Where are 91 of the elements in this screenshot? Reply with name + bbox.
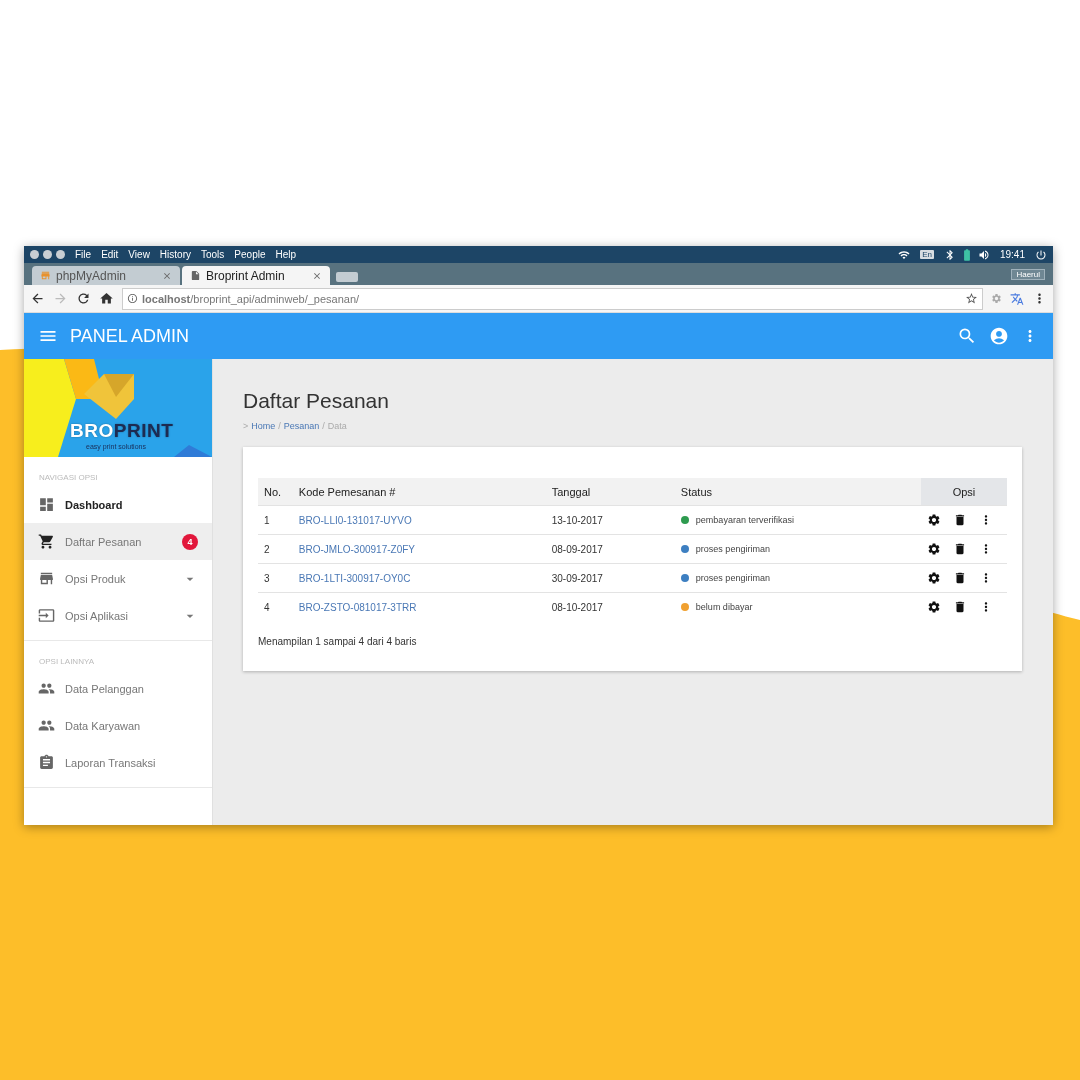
order-code-link[interactable]: BRO-1LTI-300917-OY0C	[298, 572, 411, 584]
volume-icon[interactable]	[977, 248, 990, 261]
table-summary: Menampilan 1 sampai 4 dari 4 baris	[258, 636, 418, 647]
menu-item[interactable]: Edit	[101, 249, 119, 260]
menu-item[interactable]: View	[128, 249, 150, 260]
count-badge: 4	[182, 533, 198, 550]
settings-icon[interactable]	[927, 542, 941, 556]
sidebar-label: Laporan Transaksi	[65, 756, 157, 769]
column-header: Kode Pemesanan #	[292, 478, 546, 506]
menu-item[interactable]: Help	[275, 249, 297, 260]
table-cell: 2	[258, 534, 293, 564]
sidebar-label: Daftar Pesanan	[65, 535, 143, 548]
home-icon[interactable]	[99, 291, 114, 306]
close-icon[interactable]	[162, 270, 172, 281]
settings-icon[interactable]	[927, 600, 941, 614]
address-field[interactable]: localhost/broprint_api/adminweb/_pesanan/	[122, 287, 983, 310]
info-icon[interactable]	[127, 293, 138, 304]
back-icon[interactable]	[30, 291, 45, 306]
sidebar-item[interactable]: Opsi Aplikasi	[24, 597, 212, 634]
menu-item[interactable]: File	[75, 249, 92, 260]
account-icon[interactable]	[989, 326, 1009, 346]
wifi-icon[interactable]	[898, 248, 911, 261]
reload-icon[interactable]	[76, 291, 91, 306]
browser-tab[interactable]: phpMyAdmin	[32, 266, 180, 285]
logo-wordmark: BROPRINT	[70, 421, 174, 440]
order-code-link[interactable]: BRO-ZSTO-081017-3TRR	[298, 601, 417, 613]
close-icon[interactable]	[312, 270, 322, 281]
sidebar-item[interactable]: Opsi Produk	[24, 560, 212, 597]
column-header: Opsi	[921, 478, 1007, 506]
browser-tab[interactable]: Broprint Admin	[182, 266, 330, 285]
status-label: proses pengiriman	[695, 573, 770, 583]
menu-item[interactable]: Tools	[201, 249, 225, 260]
sidebar-item[interactable]: Daftar Pesanan 4	[24, 523, 212, 560]
site-icon	[40, 270, 51, 281]
sidebar-label: Data Pelanggan	[65, 682, 145, 695]
table-cell: 4	[258, 592, 293, 621]
tab-title: Broprint Admin	[206, 268, 286, 283]
sidebar-item[interactable]: Data Karyawan	[24, 707, 212, 744]
table-cell: 08-09-2017	[545, 534, 675, 564]
star-icon[interactable]	[965, 292, 978, 305]
keyboard-layout-indicator[interactable]: En	[920, 250, 934, 259]
clock[interactable]: 19:41	[999, 249, 1025, 260]
search-icon[interactable]	[957, 326, 977, 346]
menu-item[interactable]: History	[159, 249, 191, 260]
delete-icon[interactable]	[953, 600, 967, 614]
settings-icon[interactable]	[927, 571, 941, 585]
table-cell: 08-10-2017	[545, 592, 675, 621]
store-icon	[38, 570, 55, 587]
delete-icon[interactable]	[953, 542, 967, 556]
table-cell: 30-09-2017	[545, 563, 675, 593]
sidebar-label: Dashboard	[65, 498, 124, 511]
breadcrumb-link[interactable]: Pesanan	[283, 421, 320, 431]
order-code-link[interactable]: BRO-JMLO-300917-Z0FY	[298, 543, 415, 555]
breadcrumb-link[interactable]: Home	[251, 421, 276, 431]
delete-icon[interactable]	[953, 571, 967, 585]
status-label: proses pengiriman	[695, 544, 770, 554]
breadcrumb-separator: /	[278, 421, 281, 431]
settings-icon[interactable]	[927, 513, 941, 527]
app-title: PANEL ADMIN	[70, 325, 191, 347]
status-label: belum dibayar	[695, 602, 753, 612]
sidebar-label: Data Karyawan	[65, 719, 142, 732]
dashboard-icon	[38, 496, 55, 513]
table-cell: 13-10-2017	[545, 505, 675, 535]
column-header: Tanggal	[545, 478, 675, 506]
power-icon[interactable]	[1035, 248, 1047, 261]
sidebar-item[interactable]: Laporan Transaksi	[24, 744, 212, 781]
column-header: No.	[258, 478, 293, 506]
order-code-link[interactable]: BRO-LLI0-131017-UYVO	[298, 514, 412, 526]
translate-icon[interactable]	[1010, 291, 1024, 306]
page-icon	[190, 270, 201, 281]
breadcrumb-current: Data	[327, 421, 347, 431]
sidebar-label: Opsi Produk	[65, 572, 127, 585]
sidebar-item[interactable]: Dashboard	[24, 486, 212, 523]
arrow-into-box-icon	[38, 607, 55, 624]
delete-icon[interactable]	[953, 513, 967, 527]
url-text: localhost/broprint_api/adminweb/_pesanan/	[142, 292, 361, 305]
menu-item[interactable]: People	[234, 249, 266, 260]
column-header: Status	[674, 478, 921, 506]
clipboard-icon	[38, 754, 55, 771]
status-label: pembayaran terverifikasi	[695, 515, 794, 525]
page-title: Daftar Pesanan	[243, 389, 389, 413]
sidebar-item[interactable]: Data Pelanggan	[24, 670, 212, 707]
section-heading: OPSI LAINNYA	[38, 657, 95, 668]
profile-button[interactable]: Haerul	[1011, 268, 1045, 280]
breadcrumb-separator: /	[322, 421, 325, 431]
table-cell: 3	[258, 563, 293, 593]
table-cell: 1	[258, 505, 293, 535]
cart-icon	[38, 533, 55, 550]
breadcrumb-marker: >	[243, 421, 249, 431]
tab-title: phpMyAdmin	[56, 268, 128, 283]
sidebar-label: Opsi Aplikasi	[65, 609, 129, 622]
